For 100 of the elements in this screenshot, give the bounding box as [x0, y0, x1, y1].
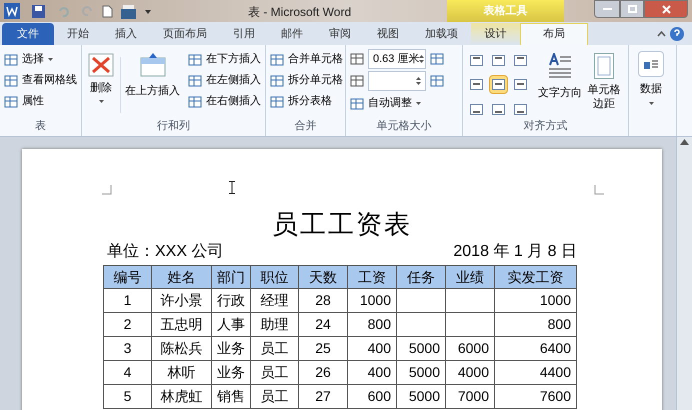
table-cell: 助理: [250, 312, 298, 336]
table-cell: 24: [298, 312, 348, 336]
ribbon-tab[interactable]: 审阅: [316, 23, 364, 45]
ribbon-button[interactable]: 拆分单元格: [270, 70, 343, 91]
table-cell: 27: [298, 384, 348, 408]
ribbon-button[interactable]: 查看网格线: [4, 70, 77, 91]
data-button[interactable]: 数据: [633, 49, 669, 132]
table-cell: 业务: [212, 360, 250, 384]
table-cell: 1000: [348, 288, 396, 312]
ribbon-tab[interactable]: 视图: [364, 23, 412, 45]
text-direction-icon: [548, 53, 572, 79]
dropdown-icon[interactable]: [144, 7, 152, 15]
group-label: 表: [34, 121, 47, 132]
column-header: 实发工资: [494, 266, 576, 288]
width-field[interactable]: [368, 71, 426, 91]
spin-up-icon: [419, 55, 424, 58]
ribbon-button[interactable]: 在右侧插入: [188, 91, 261, 112]
table-cell: 5000: [396, 360, 446, 384]
spin-down-icon: [419, 60, 424, 63]
spinner[interactable]: [419, 55, 424, 63]
ribbon-tab[interactable]: 邮件: [268, 23, 316, 45]
caret-icon: [648, 102, 654, 104]
table-cell: [396, 288, 446, 312]
table-cell: 员工: [250, 336, 298, 360]
column-header: 编号: [104, 266, 152, 288]
data-icon: [644, 58, 658, 70]
scroll-up-icon[interactable]: [680, 139, 689, 145]
table-cell: 行政: [212, 288, 250, 312]
help-icon[interactable]: [670, 27, 684, 41]
cell-margins-button[interactable]: 单元格边距: [586, 49, 622, 121]
table-cell: 陈松兵: [152, 336, 212, 360]
caret-icon: [98, 100, 104, 102]
ribbon-button[interactable]: 在左侧插入: [188, 70, 261, 91]
ribbon-button[interactable]: 在下方插入: [188, 49, 261, 70]
table-cell: 员工: [250, 384, 298, 408]
spin-up-icon: [416, 77, 421, 80]
window-title: 表 - Microsoft Word: [248, 4, 352, 21]
corner-mark-icon: [102, 185, 112, 195]
ribbon-button[interactable]: 拆分表格: [270, 91, 343, 112]
table-cell: 5: [104, 384, 152, 408]
insert-cells-icon: [188, 94, 202, 108]
cells-icon: [270, 52, 284, 66]
table-cell: 五忠明: [152, 312, 212, 336]
ribbon-button[interactable]: 合并单元格: [270, 49, 343, 70]
ribbon-tab[interactable]: 设计: [471, 23, 520, 45]
save-icon[interactable]: [32, 4, 45, 18]
cell-margins-icon: [594, 53, 614, 79]
table-cell: 销售: [212, 384, 250, 408]
column-header: 姓名: [152, 266, 212, 288]
close-icon: [662, 4, 670, 14]
table-cell: 28: [298, 288, 348, 312]
table-cell: 800: [348, 312, 396, 336]
new-document-icon[interactable]: [102, 4, 113, 18]
ribbon-tab[interactable]: 文件: [2, 23, 54, 45]
ribbon-tab[interactable]: 引用: [220, 23, 268, 45]
ribbon-button[interactable]: 属性: [4, 91, 77, 112]
collapse-ribbon-icon[interactable]: [657, 31, 666, 37]
corner-mark-icon: [594, 185, 604, 195]
date-text: 2018 年 1 月 8 日: [453, 242, 577, 262]
spinner[interactable]: [416, 77, 421, 85]
table-cell: 1000: [494, 288, 576, 312]
ribbon-tab[interactable]: 页面布局: [150, 23, 220, 45]
column-header: 任务: [396, 266, 446, 288]
ribbon-button[interactable]: 选择: [4, 49, 77, 70]
table-cell: 7000: [446, 384, 494, 408]
column-header: 业绩: [446, 266, 494, 288]
table-cell: 员工: [250, 360, 298, 384]
table-cell: 3: [104, 336, 152, 360]
maximize-button[interactable]: [620, 0, 644, 18]
insert-cells-icon: [188, 74, 202, 88]
table-cell: [396, 312, 446, 336]
close-button[interactable]: [644, 0, 688, 18]
table-cell: 7600: [494, 384, 576, 408]
spin-down-icon: [416, 82, 421, 85]
ribbon-tab[interactable]: 布局: [520, 23, 588, 45]
delete-button[interactable]: 删除: [86, 49, 116, 121]
ribbon-tab[interactable]: 开始: [54, 23, 102, 45]
ribbon-button[interactable]: 自动调整: [350, 93, 458, 114]
table-cell: 4000: [446, 360, 494, 384]
caret-icon: [48, 58, 53, 61]
table-cell: 2: [104, 312, 152, 336]
table-cell: 人事: [212, 312, 250, 336]
insert-above-button[interactable]: 在上方插入: [125, 49, 180, 121]
column-header: 工资: [348, 266, 396, 288]
table-cell: 5000: [396, 336, 446, 360]
cells-icon: [270, 94, 284, 108]
table-cell: 业务: [212, 336, 250, 360]
table-cell: [446, 288, 494, 312]
alignment-button[interactable]: [489, 75, 508, 94]
ribbon-tab[interactable]: 加载项: [412, 23, 471, 45]
table-cell: 26: [298, 360, 348, 384]
column-header: 部门: [212, 266, 250, 288]
height-field[interactable]: 0.63 厘米: [368, 49, 426, 69]
insert-cells-icon: [188, 52, 202, 66]
ribbon-tab[interactable]: 插入: [102, 23, 150, 45]
unit-text: 单位：XXX 公司: [107, 242, 224, 262]
text-direction-button[interactable]: 文字方向: [538, 49, 582, 121]
minimize-button[interactable]: [594, 0, 620, 18]
table-cell: [446, 312, 494, 336]
vertical-scrollbar[interactable]: [676, 137, 692, 410]
